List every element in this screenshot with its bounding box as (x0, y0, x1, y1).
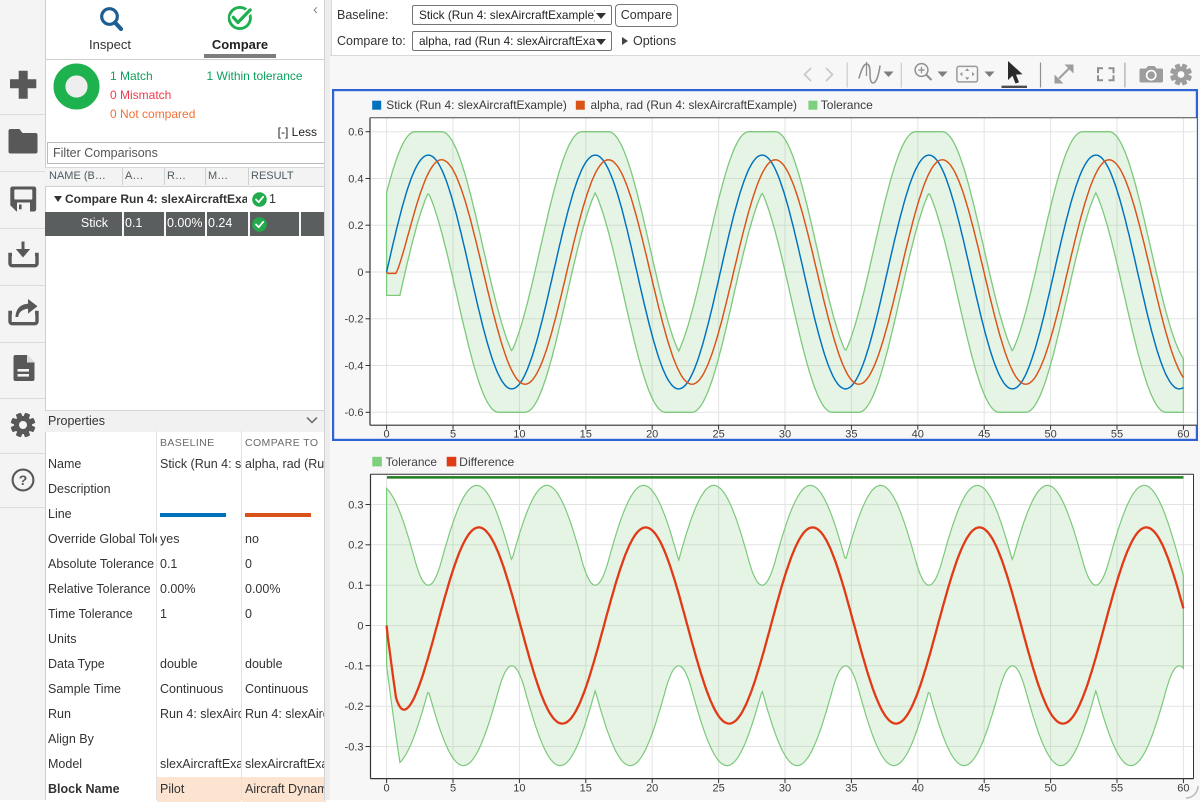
svg-text:Tolerance: Tolerance (821, 98, 873, 112)
svg-text:10: 10 (513, 429, 525, 441)
svg-text:?: ? (19, 472, 28, 488)
svg-text:10: 10 (513, 783, 525, 795)
svg-text:35: 35 (845, 783, 857, 795)
svg-text:0.2: 0.2 (348, 540, 363, 552)
svg-text:60: 60 (1177, 429, 1189, 441)
svg-text:Stick (Run 4: slexAircraftExam: Stick (Run 4: slexAircraftExample) (386, 98, 567, 112)
svg-text:45: 45 (978, 783, 990, 795)
svg-text:35: 35 (845, 429, 857, 441)
svg-text:55: 55 (1111, 429, 1123, 441)
svg-text:30: 30 (779, 783, 791, 795)
svg-text:0: 0 (357, 267, 363, 279)
svg-text:0.2: 0.2 (348, 220, 363, 232)
svg-text:20: 20 (646, 783, 658, 795)
svg-text:-0.6: -0.6 (345, 407, 364, 419)
svg-text:-0.1: -0.1 (345, 661, 364, 673)
svg-text:-0.2: -0.2 (345, 314, 364, 326)
svg-text:0: 0 (384, 429, 390, 441)
svg-text:0.4: 0.4 (348, 173, 363, 185)
svg-text:40: 40 (912, 429, 924, 441)
svg-text:25: 25 (712, 429, 724, 441)
svg-text:15: 15 (580, 783, 592, 795)
svg-text:30: 30 (779, 429, 791, 441)
svg-text:20: 20 (646, 429, 658, 441)
svg-text:Difference: Difference (459, 455, 514, 469)
svg-text:0: 0 (384, 783, 390, 795)
svg-text:alpha, rad (Run 4: slexAircraf: alpha, rad (Run 4: slexAircraftExample) (591, 98, 798, 112)
svg-text:5: 5 (450, 429, 456, 441)
svg-text:45: 45 (978, 429, 990, 441)
svg-text:0.6: 0.6 (348, 127, 363, 139)
svg-text:60: 60 (1177, 783, 1189, 795)
svg-text:15: 15 (580, 429, 592, 441)
svg-text:50: 50 (1044, 429, 1056, 441)
svg-text:-0.3: -0.3 (345, 741, 364, 753)
svg-text:50: 50 (1044, 783, 1056, 795)
svg-text:55: 55 (1111, 783, 1123, 795)
svg-text:0: 0 (357, 620, 363, 632)
svg-text:-0.2: -0.2 (345, 701, 364, 713)
svg-text:Tolerance: Tolerance (386, 455, 438, 469)
svg-text:0.1: 0.1 (348, 580, 363, 592)
svg-text:0.3: 0.3 (348, 499, 363, 511)
svg-text:-0.4: -0.4 (345, 360, 364, 372)
svg-text:5: 5 (450, 783, 456, 795)
svg-text:40: 40 (912, 783, 924, 795)
svg-text:25: 25 (712, 783, 724, 795)
